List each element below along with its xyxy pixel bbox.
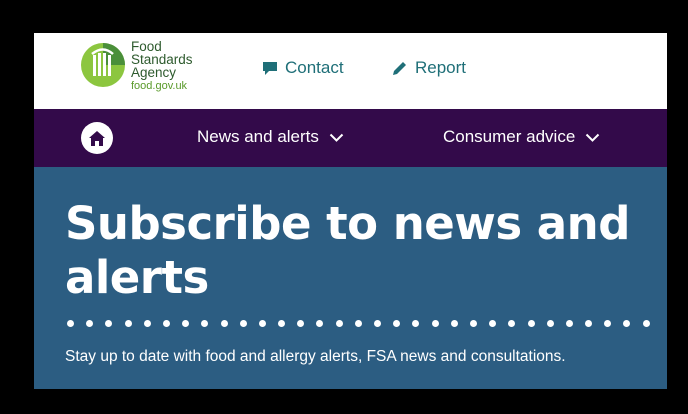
page-title: Subscribe to news and alerts [65,197,630,304]
home-icon [89,130,105,146]
fsa-logo-link[interactable]: Food Standards Agency food.gov.uk [80,40,220,102]
nav-consumer-label: Consumer advice [443,127,576,146]
main-nav: News and alerts Consumer advice [34,109,667,167]
logo-line-agency: Agency [131,65,177,80]
contact-link[interactable]: Contact [262,58,344,78]
webpage: Food Standards Agency food.gov.uk Contac… [34,33,667,389]
fsa-logo-icon [81,43,125,87]
home-button[interactable] [81,122,113,154]
chevron-down-icon [329,133,344,142]
report-link[interactable]: Report [391,58,466,78]
pencil-icon [393,61,406,75]
screen-frame: Food Standards Agency food.gov.uk Contac… [0,0,688,414]
speech-bubble-icon [263,62,277,75]
nav-news-and-alerts[interactable]: News and alerts [197,127,344,147]
chevron-down-icon [586,133,600,142]
report-link-label: Report [415,58,467,77]
logo-wordmark: Food Standards Agency food.gov.uk [131,40,193,92]
contact-link-label: Contact [285,58,344,77]
hero-banner: Subscribe to news and alerts Stay up to … [34,167,667,389]
nav-news-label: News and alerts [197,127,319,146]
page-subtitle: Stay up to date with food and allergy al… [65,348,566,365]
logo-url: food.gov.uk [131,80,188,92]
nav-consumer-advice[interactable]: Consumer advice [443,127,600,147]
dotted-divider [67,320,667,328]
site-header: Food Standards Agency food.gov.uk Contac… [34,33,667,109]
